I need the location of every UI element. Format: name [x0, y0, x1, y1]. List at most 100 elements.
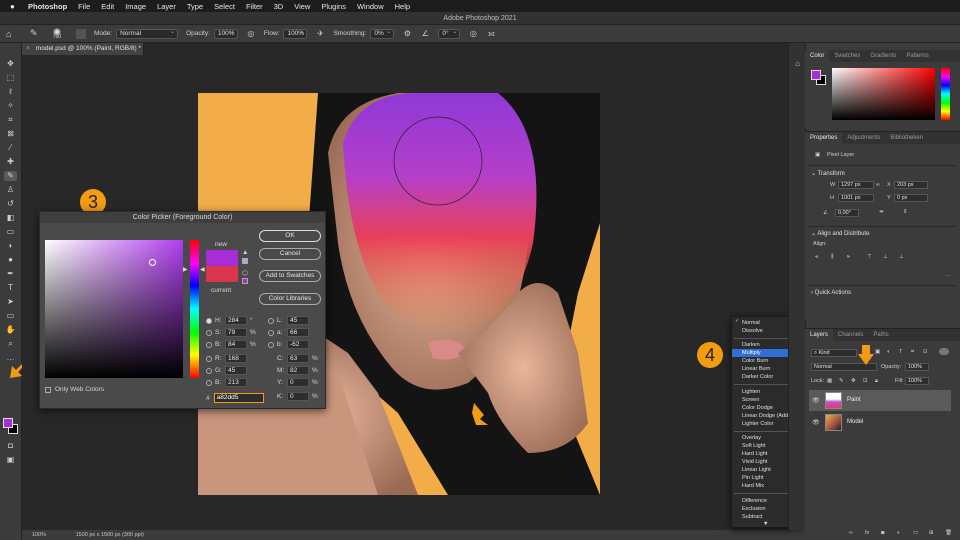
- tab-bibliotheken[interactable]: Bibliotheken: [885, 132, 928, 144]
- a-input[interactable]: 66: [287, 328, 309, 337]
- align-bottom-icon[interactable]: ⊥: [899, 254, 904, 260]
- adjustment-layer-icon[interactable]: ◐: [897, 530, 900, 536]
- stamp-tool-icon[interactable]: ♙: [4, 185, 17, 195]
- align-middle-v-icon[interactable]: ⊥: [883, 254, 888, 260]
- radio-blue[interactable]: [206, 379, 212, 386]
- radio-l[interactable]: [268, 317, 274, 324]
- align-center-h-icon[interactable]: ⫼: [831, 254, 834, 261]
- gamut-warning-icon[interactable]: ▲: [242, 249, 248, 256]
- menu-image[interactable]: Image: [125, 2, 146, 11]
- quick-actions-header[interactable]: › Quick Actions: [811, 290, 851, 296]
- brush-tool-icon[interactable]: ✎: [30, 28, 42, 39]
- visibility-eye-icon[interactable]: 👁︎: [812, 397, 820, 404]
- flow-input[interactable]: 100%: [283, 28, 308, 39]
- screen-mode-icon[interactable]: ▣: [4, 455, 17, 465]
- color-panel-hue-slider[interactable]: [941, 68, 950, 120]
- filter-type-icon[interactable]: T: [899, 349, 902, 355]
- gear-icon[interactable]: ⚙: [402, 29, 412, 39]
- color-cursor[interactable]: [149, 259, 156, 266]
- brush-settings-toggle[interactable]: [76, 28, 86, 39]
- brush-size-picker[interactable]: 700: [48, 27, 66, 41]
- menu-type[interactable]: Type: [187, 2, 203, 11]
- move-tool-icon[interactable]: ✥: [4, 59, 17, 69]
- shape-tool-icon[interactable]: ▭: [4, 311, 17, 321]
- r-input[interactable]: 168: [225, 354, 247, 363]
- angle-input[interactable]: 0,00°: [835, 209, 859, 217]
- blue-input[interactable]: 213: [225, 378, 247, 387]
- tab-properties[interactable]: Properties: [805, 132, 843, 144]
- hue-slider[interactable]: [190, 240, 199, 378]
- menu-edit[interactable]: Edit: [101, 2, 114, 11]
- history-brush-tool-icon[interactable]: ↺: [4, 199, 17, 209]
- menu-help[interactable]: Help: [395, 2, 410, 11]
- lock-position-icon[interactable]: ✥: [851, 378, 856, 384]
- tab-patterns[interactable]: Patterns: [901, 50, 933, 62]
- flip-vertical-icon[interactable]: ⇕: [903, 209, 908, 215]
- fx-icon[interactable]: fx: [865, 530, 869, 536]
- only-web-colors[interactable]: Only Web Colors: [45, 386, 104, 393]
- current-color-swatch[interactable]: [206, 266, 238, 282]
- gradient-tool-icon[interactable]: ▭: [4, 227, 17, 237]
- add-to-swatches-button[interactable]: Add to Swatches: [259, 270, 321, 282]
- visibility-eye-icon[interactable]: 👁︎: [812, 419, 820, 426]
- crop-tool-icon[interactable]: ⌗: [4, 115, 17, 125]
- radio-b[interactable]: [206, 341, 212, 348]
- menu-window[interactable]: Window: [357, 2, 384, 11]
- hand-tool-icon[interactable]: ✋: [4, 325, 17, 335]
- learn-panel-icon[interactable]: ⌂: [791, 59, 804, 69]
- filter-pixel-icon[interactable]: ▣: [875, 349, 880, 355]
- gamut-swatch[interactable]: [242, 258, 248, 264]
- frame-tool-icon[interactable]: ⊠: [4, 129, 17, 139]
- filter-smart-icon[interactable]: ⊡: [923, 349, 928, 355]
- smoothing-input[interactable]: 0%: [370, 28, 395, 39]
- eraser-tool-icon[interactable]: ◧: [4, 213, 17, 223]
- menu-plugins[interactable]: Plugins: [321, 2, 346, 11]
- radio-s[interactable]: [206, 329, 212, 336]
- hex-input[interactable]: a82dd5: [213, 393, 264, 403]
- color-spectrum-field[interactable]: [832, 68, 935, 120]
- hue-arrow-right-icon[interactable]: ◀: [200, 266, 205, 273]
- path-select-tool-icon[interactable]: ➤: [4, 297, 17, 307]
- width-input[interactable]: 1297 px: [838, 181, 874, 189]
- new-group-icon[interactable]: ▭: [913, 530, 918, 536]
- blur-tool-icon[interactable]: ◗: [4, 241, 17, 251]
- g-input[interactable]: 45: [225, 366, 247, 375]
- close-icon[interactable]: ×: [26, 45, 30, 52]
- type-tool-icon[interactable]: T: [4, 283, 17, 293]
- menu-layer[interactable]: Layer: [157, 2, 176, 11]
- delete-layer-icon[interactable]: 🗑︎: [945, 530, 952, 536]
- pressure-opacity-icon[interactable]: ◎: [246, 29, 256, 39]
- h-input[interactable]: 284: [225, 316, 247, 325]
- web-safe-icon[interactable]: ⬡: [242, 269, 248, 277]
- lock-transparent-icon[interactable]: ▦: [827, 378, 832, 384]
- eyedropper-tool-icon[interactable]: ⁄: [4, 143, 17, 153]
- lock-all-icon[interactable]: 🔒︎: [875, 378, 878, 385]
- b-input[interactable]: 84: [225, 340, 247, 349]
- filter-toggle[interactable]: [939, 348, 949, 355]
- filter-shape-icon[interactable]: ⌗: [911, 349, 914, 356]
- tab-adjustments[interactable]: Adjustments: [842, 132, 885, 144]
- align-distribute-header[interactable]: ⌄ Align and Distribute: [811, 230, 869, 237]
- tab-color[interactable]: Color: [805, 50, 830, 62]
- tab-channels[interactable]: Channels: [833, 329, 868, 341]
- panel-foreground-swatch[interactable]: [811, 70, 821, 80]
- home-icon[interactable]: ⌂: [6, 29, 18, 39]
- opacity-input[interactable]: 100%: [213, 28, 238, 39]
- radio-g[interactable]: [206, 367, 212, 374]
- menu-view[interactable]: View: [294, 2, 310, 11]
- height-input[interactable]: 1001 px: [838, 194, 874, 202]
- radio-h[interactable]: [206, 317, 212, 324]
- quick-mask-icon[interactable]: ◘: [4, 441, 17, 451]
- menu-filter[interactable]: Filter: [246, 2, 263, 11]
- zoom-level[interactable]: 100%: [32, 532, 46, 538]
- m-input[interactable]: 82: [287, 366, 309, 375]
- l-input[interactable]: 45: [287, 316, 309, 325]
- link-icon[interactable]: ∞: [876, 182, 880, 188]
- tab-swatches[interactable]: Swatches: [829, 50, 865, 62]
- only-web-colors-checkbox[interactable]: [45, 386, 51, 393]
- k-input[interactable]: 0: [287, 392, 309, 401]
- layer-paint[interactable]: 👁︎ Paint: [809, 390, 951, 411]
- menu-file[interactable]: File: [78, 2, 90, 11]
- airbrush-icon[interactable]: ✈: [315, 29, 325, 39]
- zoom-tool-icon[interactable]: ⌕: [4, 339, 17, 349]
